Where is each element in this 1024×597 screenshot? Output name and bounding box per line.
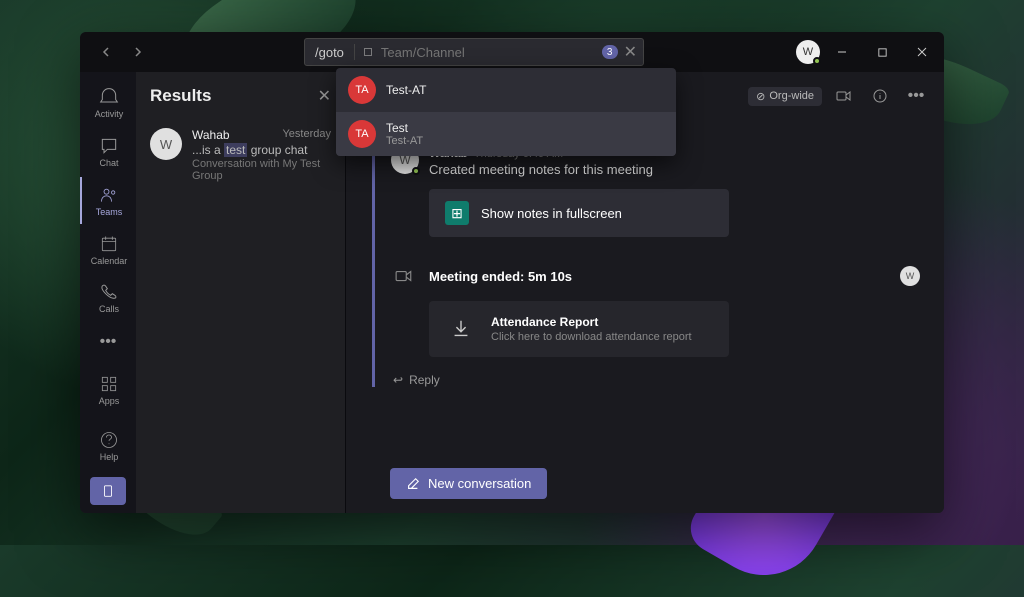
- rail-calendar[interactable]: Calendar: [80, 226, 136, 273]
- minimize-button[interactable]: [824, 36, 860, 68]
- rail-more-button[interactable]: •••: [80, 324, 136, 361]
- rail-chat[interactable]: Chat: [80, 129, 136, 176]
- post-content: Created meeting notes for this meeting: [429, 162, 653, 177]
- rail-calls[interactable]: Calls: [80, 275, 136, 322]
- rail-download-button[interactable]: [90, 477, 126, 505]
- onenote-icon: ⊞: [445, 201, 469, 225]
- meeting-icon: [391, 263, 417, 289]
- team-icon: [361, 45, 375, 59]
- search-count-badge: 3: [602, 45, 618, 59]
- team-avatar: TA: [348, 76, 376, 104]
- reply-link[interactable]: ↩Reply: [393, 373, 920, 387]
- search-divider: [354, 44, 355, 60]
- result-name: Wahab: [192, 128, 230, 142]
- compose-icon: [406, 477, 420, 491]
- new-conversation-button[interactable]: New conversation: [390, 468, 547, 499]
- rail-teams-label: Teams: [96, 207, 123, 217]
- info-button[interactable]: [866, 82, 894, 110]
- result-context: Conversation with My Test Group: [192, 158, 331, 182]
- sidebar-title: Results: [150, 86, 211, 106]
- rail-help-label: Help: [100, 452, 119, 462]
- rail-calendar-label: Calendar: [91, 256, 128, 266]
- download-icon: [447, 315, 475, 343]
- result-avatar: W: [150, 128, 182, 160]
- show-notes-card[interactable]: ⊞ Show notes in fullscreen: [429, 189, 729, 237]
- rail-teams[interactable]: Teams: [80, 177, 136, 224]
- presence-indicator: [813, 57, 821, 65]
- reply-icon: ↩: [393, 373, 403, 387]
- meet-button[interactable]: [830, 82, 858, 110]
- app-rail: Activity Chat Teams Calendar Calls ••• A…: [80, 72, 136, 513]
- search-box[interactable]: /goto 3 ✕: [304, 38, 644, 66]
- close-button[interactable]: [904, 36, 940, 68]
- nav-back-button[interactable]: [92, 38, 120, 66]
- meeting-ended-text: Meeting ended: 5m 10s: [429, 269, 888, 284]
- dropdown-item-title: Test: [386, 121, 423, 135]
- dropdown-item-sub: Test-AT: [386, 135, 423, 147]
- user-initial: W: [803, 46, 813, 58]
- rail-chat-label: Chat: [99, 158, 118, 168]
- result-time: Yesterday: [282, 128, 331, 142]
- search-input[interactable]: [381, 45, 596, 60]
- rail-activity[interactable]: Activity: [80, 80, 136, 127]
- report-title: Attendance Report: [491, 315, 692, 329]
- rail-help[interactable]: Help: [80, 421, 136, 471]
- team-avatar: TA: [348, 120, 376, 148]
- rail-activity-label: Activity: [95, 109, 124, 119]
- meeting-ended-row: Meeting ended: 5m 10s W: [391, 263, 920, 289]
- org-wide-tag[interactable]: ⊘Org-wide: [748, 87, 822, 106]
- report-subtitle: Click here to download attendance report: [491, 331, 692, 343]
- maximize-button[interactable]: [864, 36, 900, 68]
- rail-apps-label: Apps: [99, 396, 120, 406]
- more-button[interactable]: •••: [902, 82, 930, 110]
- search-result-item[interactable]: W Wahab Yesterday ...is a test group chat…: [136, 120, 345, 190]
- meeting-participant-avatar: W: [900, 266, 920, 286]
- sidebar: Results ✕ W Wahab Yesterday ...is a test …: [136, 72, 346, 513]
- user-avatar[interactable]: W: [796, 40, 820, 64]
- nav-forward-button[interactable]: [124, 38, 152, 66]
- goto-dropdown: TA Test-AT TA TestTest-AT: [336, 68, 676, 156]
- result-snippet: ...is a test group chat: [192, 143, 331, 157]
- dropdown-item[interactable]: TA Test-AT: [336, 68, 676, 112]
- dropdown-item-title: Test-AT: [386, 83, 426, 97]
- titlebar: /goto 3 ✕ W: [80, 32, 944, 72]
- dropdown-item[interactable]: TA TestTest-AT: [336, 112, 676, 156]
- sidebar-close-icon[interactable]: ✕: [318, 86, 331, 106]
- search-clear-icon[interactable]: ✕: [624, 42, 637, 62]
- notes-button-label: Show notes in fullscreen: [481, 206, 622, 221]
- tag-label: Org-wide: [769, 90, 814, 102]
- search-command: /goto: [311, 45, 348, 60]
- attendance-report-card[interactable]: Attendance Report Click here to download…: [429, 301, 729, 357]
- presence-indicator: [412, 167, 420, 175]
- rail-apps[interactable]: Apps: [80, 365, 136, 415]
- thread: ▾Collapse all W WahabThursday 6:49 AM Cr…: [346, 120, 944, 454]
- new-conv-label: New conversation: [428, 476, 531, 491]
- rail-calls-label: Calls: [99, 304, 119, 314]
